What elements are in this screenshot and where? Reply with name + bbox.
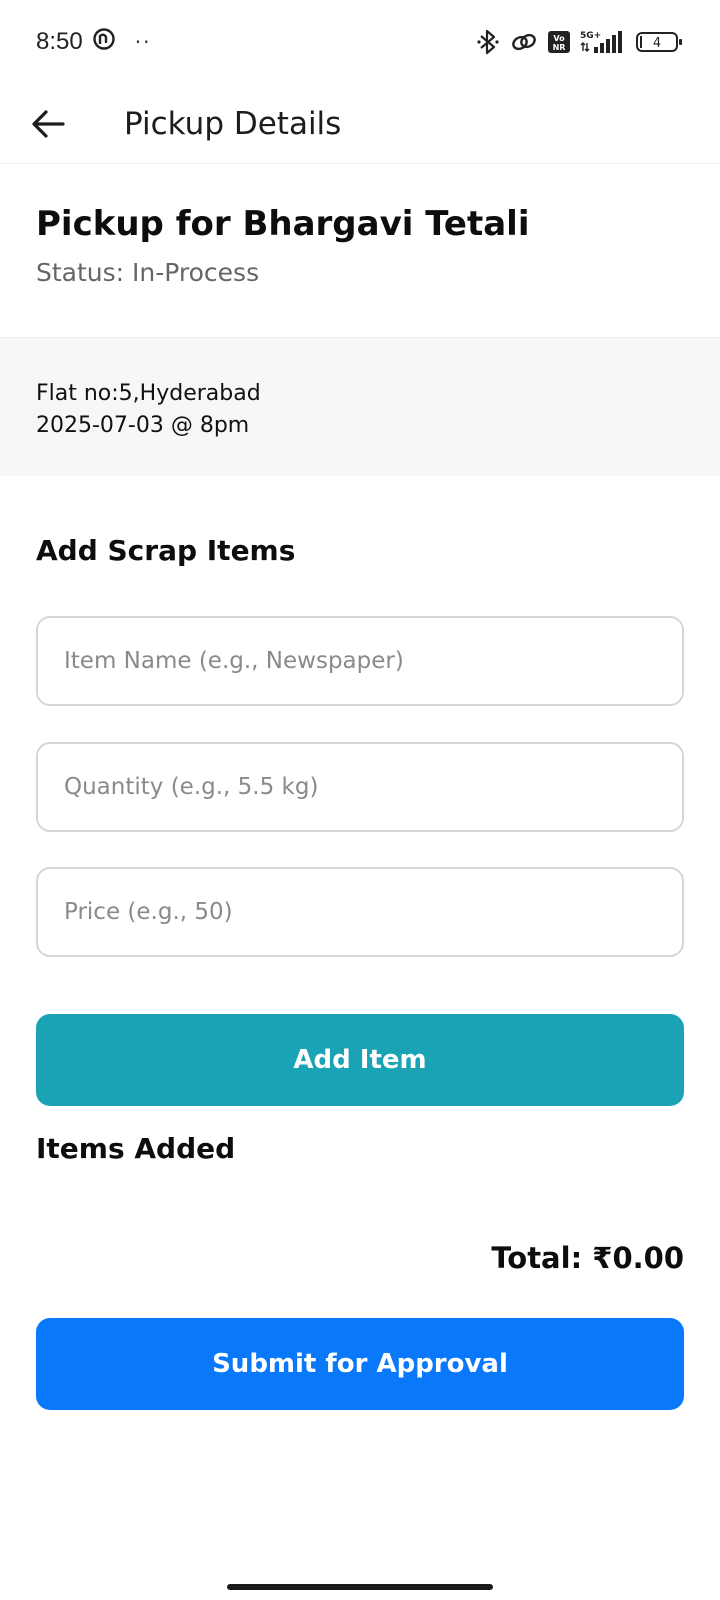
add-item-button[interactable]: Add Item [36, 1014, 684, 1106]
quantity-input[interactable] [38, 744, 682, 830]
status-bar-left: 8:50 ·· [36, 28, 151, 56]
battery-level: 4 [653, 36, 661, 51]
pickup-header: Pickup for Bhargavi Tetali Status: In-Pr… [0, 164, 720, 338]
pickup-address-block: Flat no:5,Hyderabad 2025-07-03 @ 8pm [0, 338, 720, 476]
total-amount: Total: ₹0.00 [491, 1241, 684, 1275]
price-input[interactable] [38, 869, 682, 955]
status-bar: 8:50 ·· Vo NR 5G+ 4 [0, 0, 720, 84]
svg-text:Vo: Vo [553, 34, 565, 43]
status-bar-right: Vo NR 5G+ 4 [476, 28, 684, 56]
home-indicator[interactable] [227, 1584, 493, 1590]
add-scrap-items-heading: Add Scrap Items [36, 534, 296, 567]
status-time: 8:50 [36, 28, 83, 55]
more-notifications-dots: ·· [134, 30, 152, 54]
app-notification-icon [93, 28, 115, 56]
app-bar: Pickup Details [0, 84, 720, 164]
pickup-address: Flat no:5,Hyderabad [36, 381, 261, 406]
battery-icon: 4 [636, 30, 684, 54]
items-added-heading: Items Added [36, 1132, 236, 1165]
svg-text:NR: NR [553, 43, 566, 52]
signal-5g-icon: 5G+ [580, 29, 626, 55]
hotspot-link-icon [510, 30, 538, 54]
page-title: Pickup Details [124, 105, 342, 142]
pickup-details-screen: 8:50 ·· Vo NR 5G+ 4 Pickup Details Picku… [0, 0, 720, 1600]
bluetooth-icon [476, 28, 500, 56]
pickup-status: Status: In-Process [36, 258, 260, 287]
price-field[interactable] [36, 867, 684, 957]
submit-for-approval-button[interactable]: Submit for Approval [36, 1318, 684, 1410]
quantity-field[interactable] [36, 742, 684, 832]
pickup-schedule: 2025-07-03 @ 8pm [36, 413, 250, 438]
back-button[interactable] [0, 84, 96, 164]
item-name-field[interactable] [36, 616, 684, 706]
arrow-left-icon [32, 109, 65, 138]
pickup-title: Pickup for Bhargavi Tetali [36, 204, 530, 244]
vonr-icon: Vo NR [548, 31, 570, 53]
svg-text:5G+: 5G+ [580, 31, 601, 41]
item-name-input[interactable] [38, 618, 682, 704]
